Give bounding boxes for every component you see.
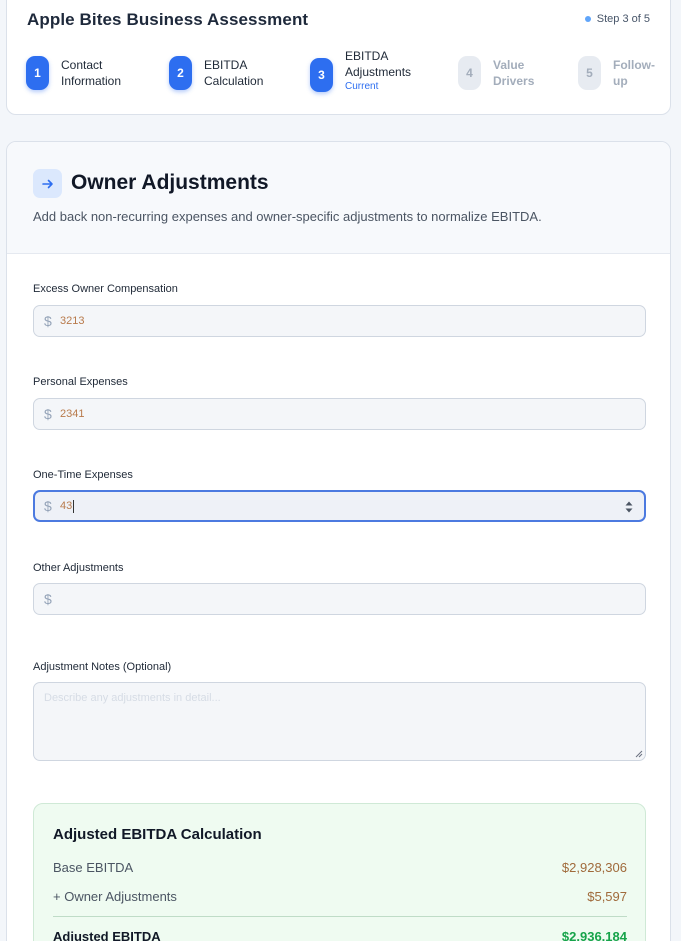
excess-owner-compensation-label: Excess Owner Compensation	[33, 283, 178, 295]
owner-adjustments-row: + Owner Adjustments $5,597	[53, 889, 627, 904]
step-number-1: 1	[26, 56, 49, 90]
notes-placeholder: Describe any adjustments in detail...	[44, 692, 221, 704]
dollar-icon: $	[44, 313, 52, 329]
input-value: 2341	[60, 408, 85, 420]
owner-adjustments-card: Owner Adjustments Add back non-recurring…	[6, 141, 671, 941]
adjusted-ebitda-row: Adjusted EBITDA $2,936,184	[53, 929, 627, 941]
other-adjustments-input[interactable]: $	[33, 583, 646, 615]
arrow-right-icon	[33, 169, 62, 198]
adjustment-notes-textarea[interactable]: Describe any adjustments in detail...	[33, 682, 646, 761]
step-label: Follow- up	[613, 58, 655, 88]
excess-owner-compensation-input[interactable]: $ 3213	[33, 305, 646, 337]
owner-adjustments-label: + Owner Adjustments	[53, 889, 177, 904]
section-title: Owner Adjustments	[71, 171, 269, 194]
step-label: EBITDA Adjustments Current	[345, 48, 425, 93]
dollar-icon: $	[44, 406, 52, 422]
input-value: 3213	[60, 315, 85, 327]
step-value-drivers[interactable]: 4 Value Drivers	[458, 56, 553, 90]
adjusted-ebitda-value: $2,936,184	[561, 929, 627, 941]
number-spinner-icon[interactable]	[624, 499, 634, 515]
step-number-3: 3	[310, 57, 333, 92]
one-time-expenses-input[interactable]: $ 43	[33, 490, 646, 522]
step-follow-up[interactable]: 5 Follow- up	[578, 56, 663, 90]
owner-adjustments-value: $5,597	[587, 889, 627, 904]
step-number-5: 5	[578, 56, 601, 90]
step-contact-information[interactable]: 1 Contact Information	[26, 56, 141, 90]
input-value: 43	[60, 500, 73, 512]
step-label: Contact Information	[61, 58, 122, 88]
personal-expenses-label: Personal Expenses	[33, 376, 128, 388]
one-time-expenses-label: One-Time Expenses	[33, 469, 133, 481]
stepper: 1 Contact Information 2 EBITDA Calculati…	[7, 0, 670, 114]
current-step-badge: Current	[345, 81, 379, 92]
progress-header: Apple Bites Business Assessment Step 3 o…	[6, 0, 671, 115]
step-label: EBITDA Calculation	[204, 58, 264, 88]
base-ebitda-row: Base EBITDA $2,928,306	[53, 860, 627, 875]
step-ebitda-calculation[interactable]: 2 EBITDA Calculation	[169, 56, 284, 90]
section-header: Owner Adjustments Add back non-recurring…	[7, 142, 670, 254]
dollar-icon: $	[44, 591, 52, 607]
base-ebitda-label: Base EBITDA	[53, 860, 134, 875]
section-description: Add back non-recurring expenses and owne…	[33, 209, 542, 224]
step-label: Value Drivers	[493, 58, 535, 88]
adjusted-ebitda-label: Adjusted EBITDA	[53, 929, 161, 941]
personal-expenses-input[interactable]: $ 2341	[33, 398, 646, 430]
adjusted-ebitda-summary: Adjusted EBITDA Calculation Base EBITDA …	[33, 803, 646, 941]
step-number-4: 4	[458, 56, 481, 90]
dollar-icon: $	[44, 498, 52, 514]
base-ebitda-value: $2,928,306	[561, 860, 627, 875]
other-adjustments-label: Other Adjustments	[33, 562, 124, 574]
step-ebitda-adjustments[interactable]: 3 EBITDA Adjustments Current	[310, 49, 425, 93]
resize-grip-icon[interactable]	[634, 749, 643, 758]
step-number-2: 2	[169, 56, 192, 90]
adjustment-notes-label: Adjustment Notes (Optional)	[33, 661, 172, 673]
summary-divider	[53, 916, 627, 917]
summary-title: Adjusted EBITDA Calculation	[53, 826, 262, 843]
text-caret	[73, 499, 75, 513]
